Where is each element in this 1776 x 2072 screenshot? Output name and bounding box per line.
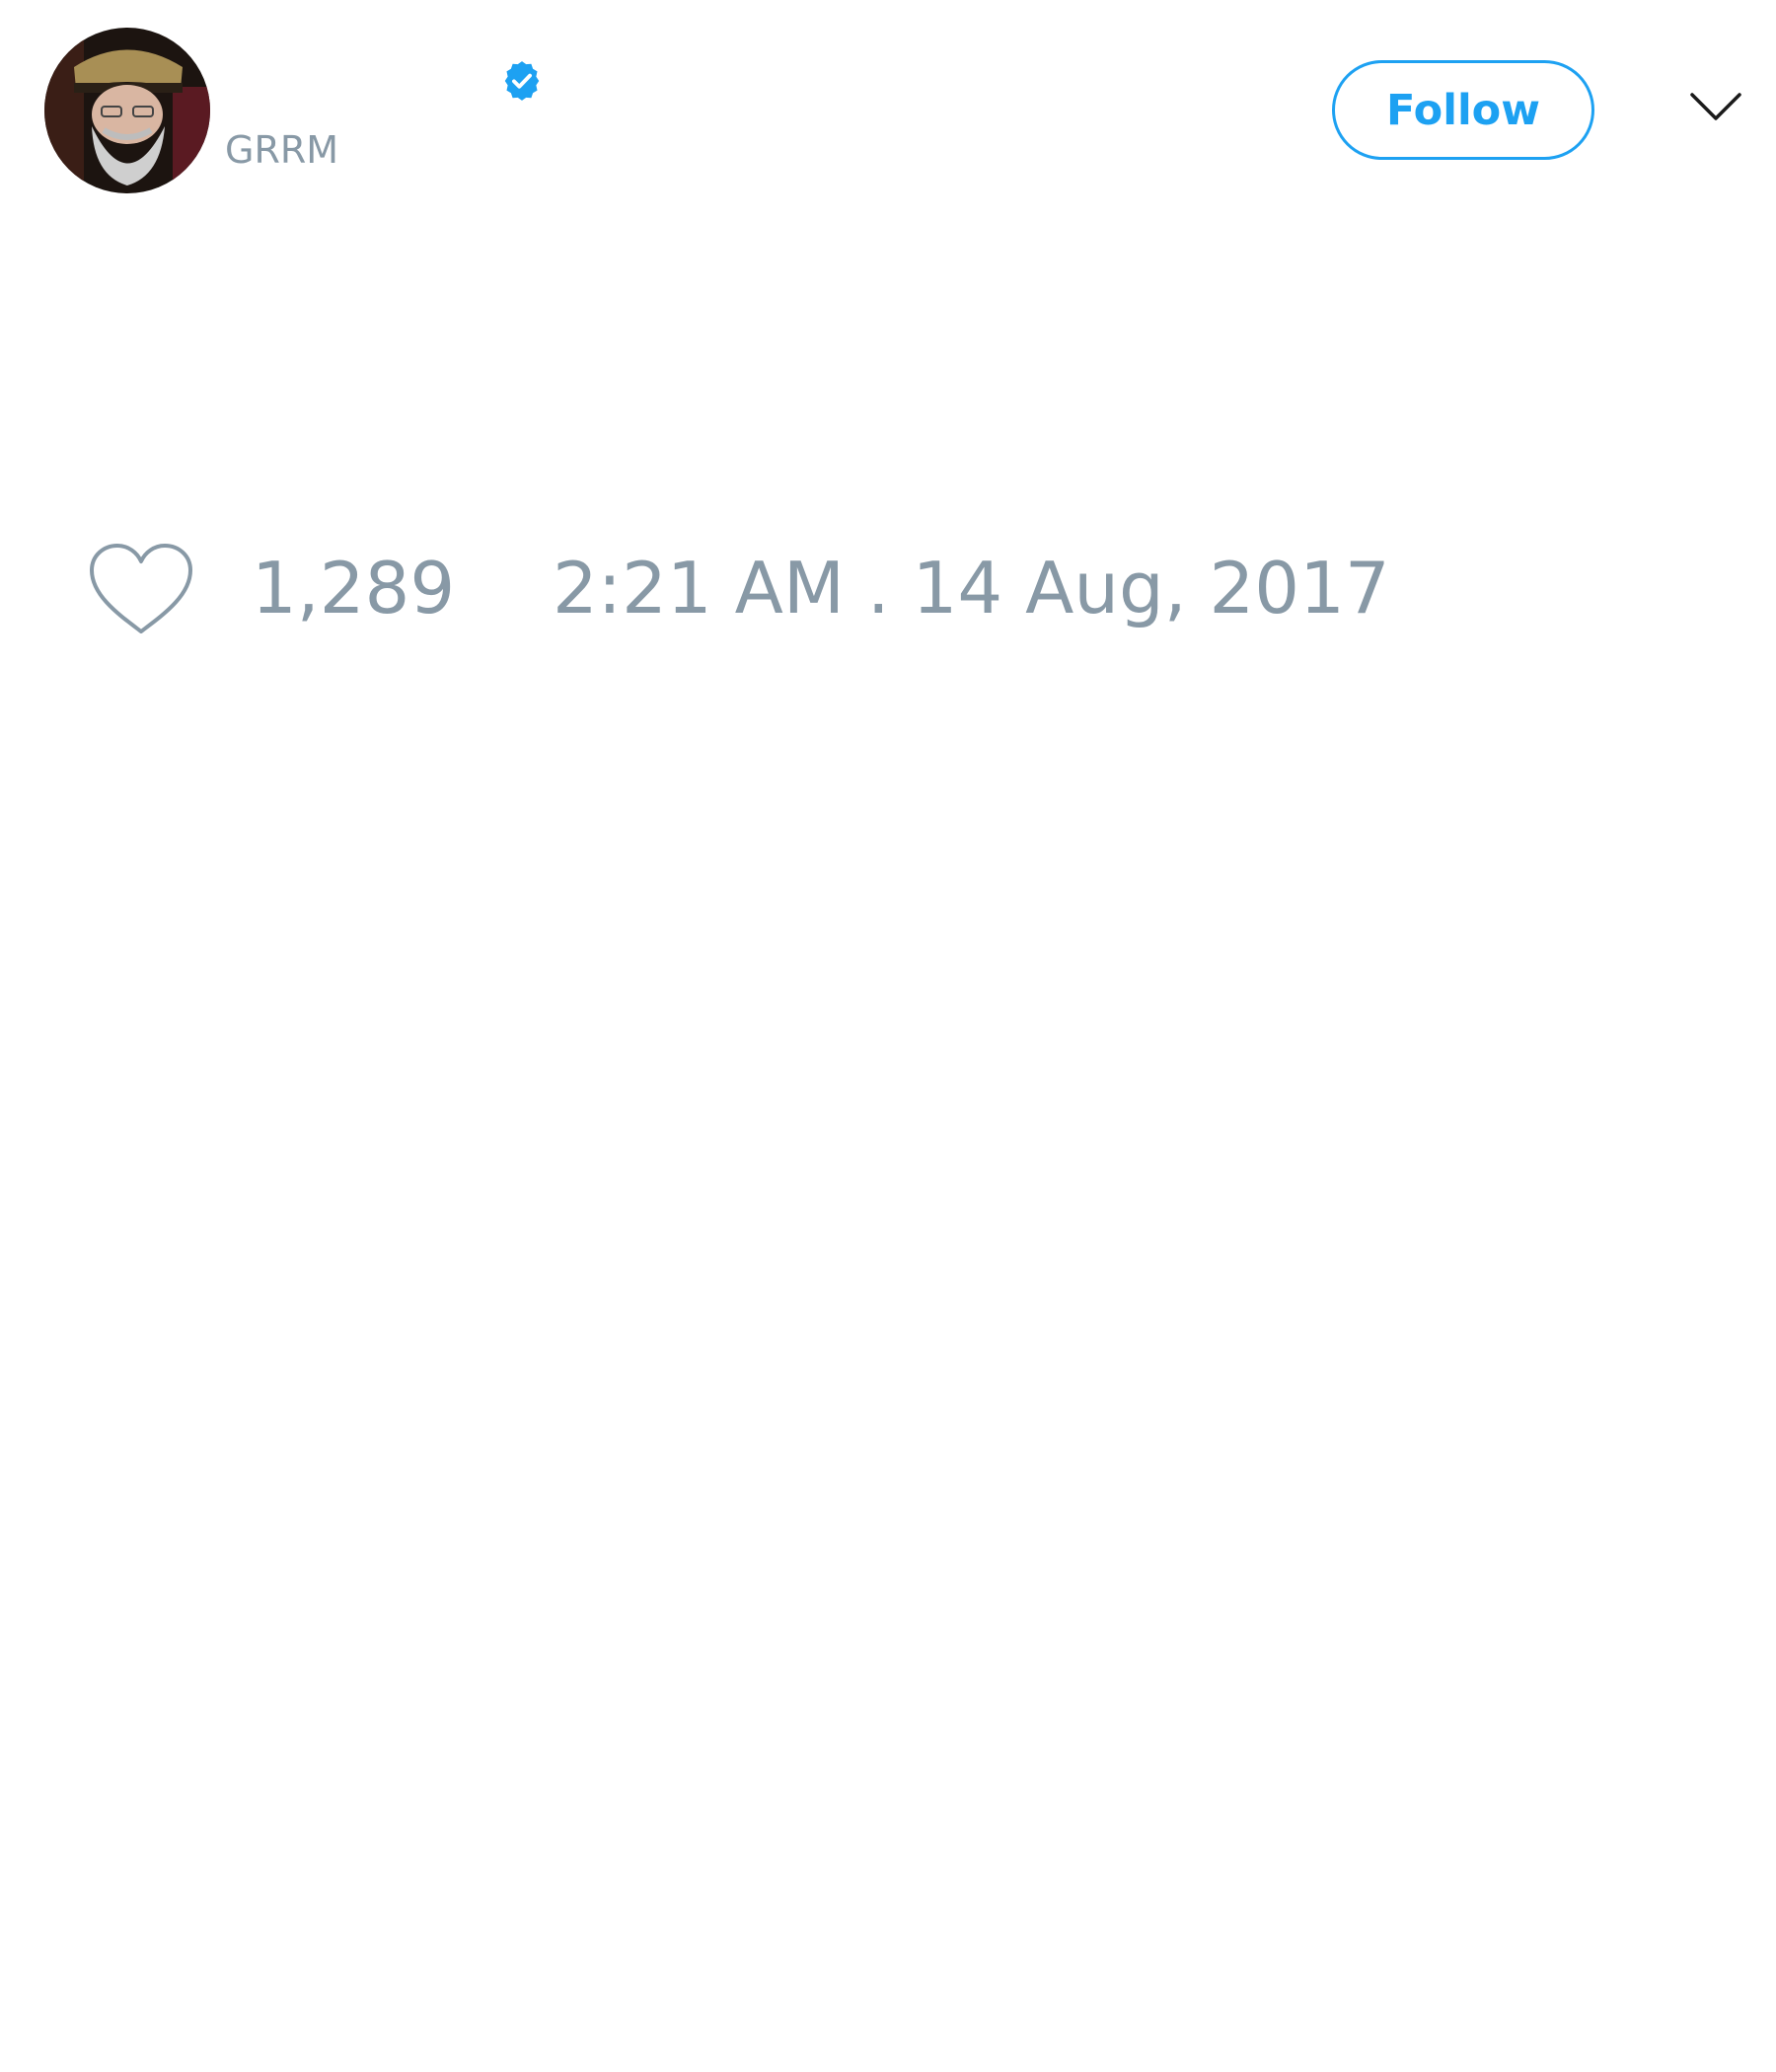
- avatar[interactable]: [44, 28, 210, 193]
- like-count: 1,289: [252, 547, 456, 629]
- profile-photo: [44, 28, 210, 193]
- verified-badge-icon: [499, 58, 545, 104]
- heart-icon[interactable]: [87, 541, 195, 637]
- tweet-timestamp[interactable]: 2:21 AM . 14 Aug, 2017: [553, 547, 1390, 629]
- user-handle[interactable]: GRRM: [225, 126, 338, 174]
- chevron-down-icon[interactable]: [1689, 89, 1742, 124]
- follow-button[interactable]: Follow: [1332, 60, 1594, 160]
